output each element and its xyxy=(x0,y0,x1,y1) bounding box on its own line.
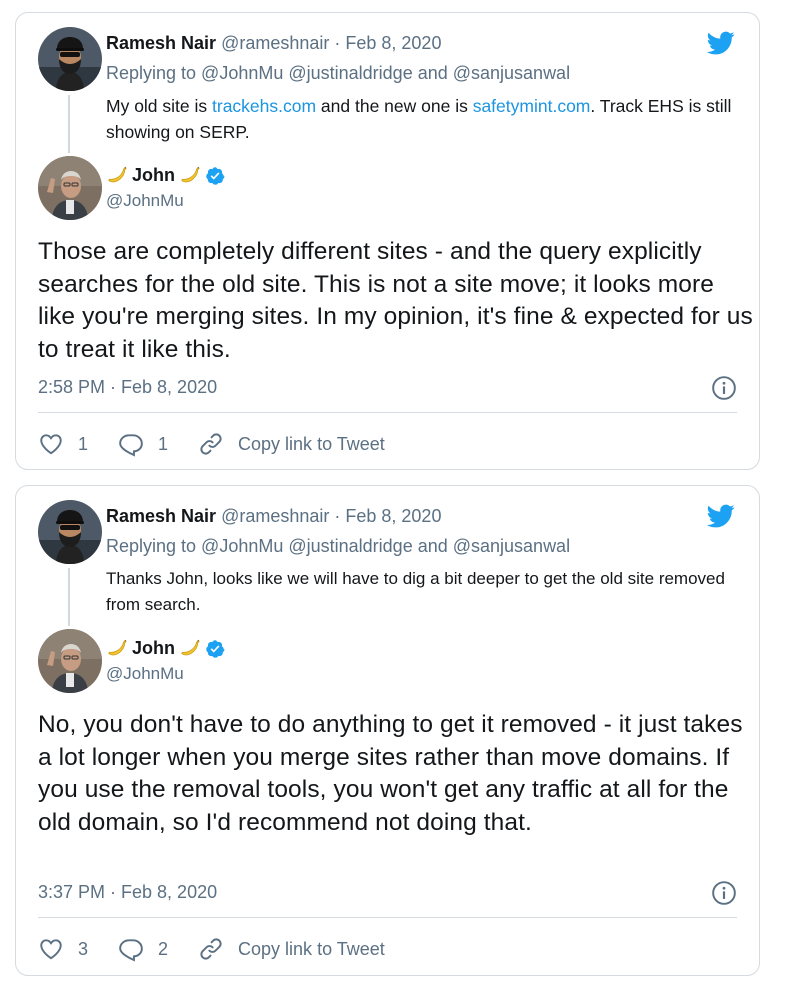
parent-tweet-header: Ramesh Nair @rameshnair · Feb 8, 2020 xyxy=(106,506,441,527)
tweet-text: No, you don't have to do anything to get… xyxy=(38,711,743,836)
verified-badge-icon xyxy=(205,166,225,186)
author-handle[interactable]: @JohnMu xyxy=(106,191,184,211)
reply-icon xyxy=(118,431,144,457)
heart-icon xyxy=(38,431,64,457)
tweet-text: Those are completely different sites - a… xyxy=(38,238,753,363)
banana-icon xyxy=(106,639,128,659)
twitter-bird-icon[interactable] xyxy=(705,502,737,530)
tweet-card[interactable]: Ramesh Nair @rameshnair · Feb 8, 2020 Re… xyxy=(15,12,760,470)
parent-author-meta: @rameshnair · Feb 8, 2020 xyxy=(221,33,442,53)
banana-icon xyxy=(106,166,128,186)
avatar[interactable] xyxy=(38,156,102,220)
thread-line xyxy=(68,568,70,626)
tweet-actions: 1 1 Copy link to Tweet xyxy=(38,431,415,457)
replying-to: Replying to @JohnMu @justinaldridge and … xyxy=(106,536,571,556)
tweet-card[interactable]: Ramesh Nair @rameshnair · Feb 8, 2020 Re… xyxy=(15,485,760,976)
twitter-bird-icon[interactable] xyxy=(705,29,737,57)
copy-link-button[interactable]: Copy link to Tweet xyxy=(198,936,385,962)
like-count: 3 xyxy=(78,938,89,959)
author-name[interactable]: John xyxy=(106,165,225,186)
link-trackehs[interactable]: trackehs.com xyxy=(212,96,316,116)
copy-link-label: Copy link to Tweet xyxy=(238,938,385,959)
parent-author-name[interactable]: Ramesh Nair xyxy=(106,506,216,526)
avatar[interactable] xyxy=(38,27,102,91)
verified-badge-icon xyxy=(205,639,225,659)
link-icon xyxy=(198,936,224,962)
divider xyxy=(38,412,737,413)
link-safetymint[interactable]: safetymint.com xyxy=(473,96,591,116)
author-name[interactable]: John xyxy=(106,638,225,659)
reply-count: 1 xyxy=(158,433,169,454)
reply-button[interactable]: 1 xyxy=(118,431,168,457)
banana-icon xyxy=(179,639,201,659)
tweet-actions: 3 2 Copy link to Tweet xyxy=(38,936,415,962)
author-handle[interactable]: @JohnMu xyxy=(106,664,184,684)
tweet-timestamp[interactable]: 3:37 PM · Feb 8, 2020 xyxy=(38,882,217,903)
parent-author-meta: @rameshnair · Feb 8, 2020 xyxy=(221,506,442,526)
copy-link-label: Copy link to Tweet xyxy=(238,433,385,454)
info-icon[interactable] xyxy=(711,880,737,906)
author-name-text: John xyxy=(132,165,175,185)
reply-count: 2 xyxy=(158,938,169,959)
parent-text-segment: and the new one is xyxy=(316,96,473,116)
banana-icon xyxy=(179,166,201,186)
like-button[interactable]: 3 xyxy=(38,936,88,962)
parent-tweet-text: Thanks John, looks like we will have to … xyxy=(106,569,725,614)
parent-text-segment: My old site is xyxy=(106,96,212,116)
parent-tweet-text: My old site is trackehs.com and the new … xyxy=(106,93,746,145)
thread-line xyxy=(68,95,70,153)
reply-button[interactable]: 2 xyxy=(118,936,168,962)
heart-icon xyxy=(38,936,64,962)
like-button[interactable]: 1 xyxy=(38,431,88,457)
reply-icon xyxy=(118,936,144,962)
avatar[interactable] xyxy=(38,629,102,693)
replying-to: Replying to @JohnMu @justinaldridge and … xyxy=(106,63,571,83)
tweet-timestamp[interactable]: 2:58 PM · Feb 8, 2020 xyxy=(38,377,217,398)
link-icon xyxy=(198,431,224,457)
parent-author-name[interactable]: Ramesh Nair xyxy=(106,33,216,53)
parent-tweet-header: Ramesh Nair @rameshnair · Feb 8, 2020 xyxy=(106,33,441,54)
avatar[interactable] xyxy=(38,500,102,564)
copy-link-button[interactable]: Copy link to Tweet xyxy=(198,431,385,457)
author-name-text: John xyxy=(132,638,175,658)
divider xyxy=(38,917,737,918)
like-count: 1 xyxy=(78,433,89,454)
info-icon[interactable] xyxy=(711,375,737,401)
